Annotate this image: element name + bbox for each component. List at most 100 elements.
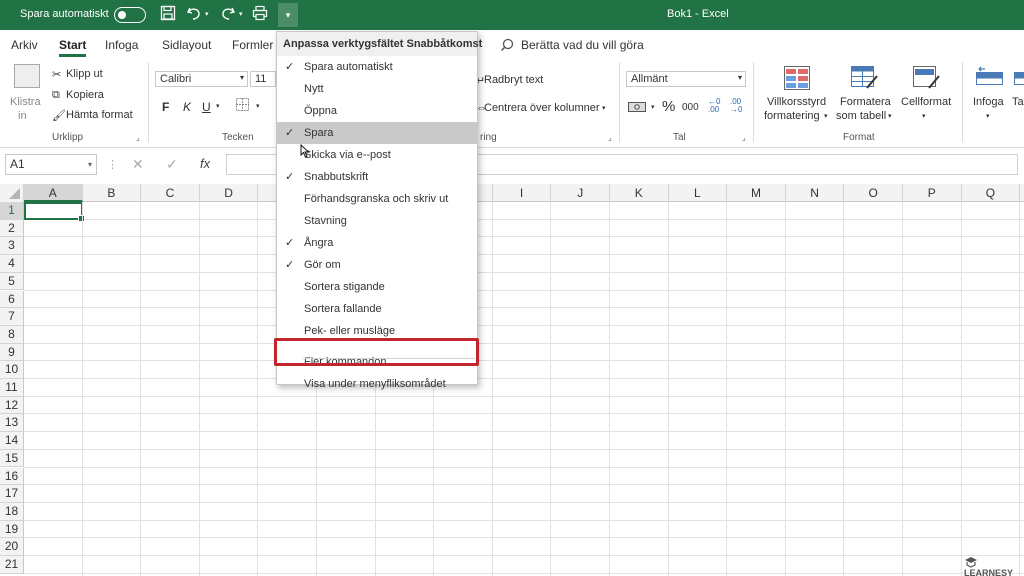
chevron-down-icon[interactable]: ▾ [824,112,828,120]
chevron-down-icon[interactable]: ▾ [216,102,220,110]
column-header-m[interactable]: M [727,184,786,202]
delete-cells-icon[interactable] [1014,66,1024,93]
bold-button[interactable]: F [162,100,169,114]
format-as-table-sub[interactable]: som tabell [836,110,886,122]
column-header-k[interactable]: K [610,184,669,202]
chevron-down-icon[interactable]: ▾ [986,112,990,120]
column-header-o[interactable]: O [844,184,903,202]
column-header-a[interactable]: A [24,184,83,202]
menu-item-stavning[interactable]: Stavning [277,210,477,232]
copy-button[interactable]: Kopiera [66,89,104,101]
dialog-launcher-icon[interactable]: ⌟ [136,133,140,142]
menu-item-gör-om[interactable]: ✓ Gör om [277,254,477,276]
underline-button[interactable]: U [202,100,211,114]
increase-decimal-icon[interactable]: ←0.00 [708,98,720,114]
column-header-i[interactable]: I [493,184,552,202]
borders-icon[interactable] [236,98,249,114]
autosave-toggle[interactable] [114,7,146,23]
active-cell-a1[interactable] [24,202,85,222]
wrap-text-button[interactable]: Radbryt text [484,74,543,86]
menu-item-förhandsgranska-och-skriv-ut[interactable]: Förhandsgranska och skriv ut [277,188,477,210]
insert-cells-label[interactable]: Infoga [973,96,1004,108]
redo-dropdown-icon[interactable]: ▾ [239,10,243,18]
menu-item-sortera-fallande[interactable]: Sortera fallande [277,298,477,320]
row-header-21[interactable]: 21 [0,556,24,574]
italic-button[interactable]: K [183,100,191,114]
worksheet-grid[interactable]: ABCDEFGHIJKLMNOPQ 1234567891011121314151… [0,184,1024,576]
conditional-formatting-icon[interactable] [784,66,810,93]
number-format-box[interactable]: Allmänt ▾ [626,71,746,87]
font-name-box[interactable]: Calibri ▾ [155,71,248,87]
row-header-8[interactable]: 8 [0,325,24,344]
row-header-2[interactable]: 2 [0,219,24,238]
cut-button[interactable]: Klipp ut [66,68,103,80]
row-header-12[interactable]: 12 [0,396,24,415]
menu-item-ångra[interactable]: ✓ Ångra [277,232,477,254]
row-header-16[interactable]: 16 [0,467,24,486]
row-header-9[interactable]: 9 [0,343,24,362]
comma-style-button[interactable]: 000 [682,102,699,113]
cancel-icon[interactable]: ✕ [132,156,144,173]
paste-sub-label[interactable]: in [18,110,27,122]
row-header-17[interactable]: 17 [0,485,24,503]
save-icon[interactable] [160,5,176,26]
format-painter-button[interactable]: Hämta format [66,109,133,121]
row-header-11[interactable]: 11 [0,379,24,397]
row-header-14[interactable]: 14 [0,432,24,450]
column-header-q[interactable]: Q [962,184,1021,202]
format-as-table-icon[interactable] [851,66,879,93]
tab-start[interactable]: Start [59,38,86,52]
column-header-n[interactable]: N [786,184,845,202]
column-header-b[interactable]: B [83,184,142,202]
chevron-down-icon[interactable]: ▾ [256,102,260,110]
undo-dropdown-icon[interactable]: ▾ [205,10,209,18]
chevron-down-icon[interactable]: ▾ [922,112,926,120]
column-header-l[interactable]: L [669,184,728,202]
column-header-d[interactable]: D [200,184,259,202]
cell-styles-label[interactable]: Cellformat [901,96,951,108]
row-header-7[interactable]: 7 [0,308,24,326]
enter-icon[interactable]: ✓ [166,156,178,173]
tab-sidlayout[interactable]: Sidlayout [162,38,211,52]
name-box[interactable]: A1 ▾ [5,154,97,175]
conditional-formatting-label[interactable]: Villkorsstyrd [767,96,826,108]
row-header-1[interactable]: 1 [0,202,24,220]
chevron-down-icon[interactable]: ▾ [602,104,606,112]
menu-item-öppna[interactable]: Öppna [277,100,477,122]
delete-cells-label[interactable]: Ta [1012,96,1024,108]
quick-print-icon[interactable] [252,5,269,26]
menu-item-spara-automatiskt[interactable]: ✓ Spara automatiskt [277,56,477,78]
row-header-15[interactable]: 15 [0,449,24,468]
percent-button[interactable]: % [662,98,675,115]
row-header-20[interactable]: 20 [0,538,24,556]
paste-label[interactable]: Klistra [10,96,41,108]
tab-formler[interactable]: Formler [232,38,273,52]
menu-item-sortera-stigande[interactable]: Sortera stigande [277,276,477,298]
row-header-13[interactable]: 13 [0,414,24,433]
column-header-j[interactable]: J [551,184,610,202]
undo-icon[interactable] [186,5,202,26]
chevron-down-icon[interactable]: ▾ [651,103,655,111]
conditional-formatting-sub[interactable]: formatering [764,110,820,122]
menu-item-visa-under-menyfliksområdet[interactable]: Visa under menyfliksområdet [277,373,477,395]
row-header-6[interactable]: 6 [0,290,24,309]
redo-icon[interactable] [220,5,236,26]
row-header-10[interactable]: 10 [0,361,24,379]
tab-infoga[interactable]: Infoga [105,38,138,52]
row-header-3[interactable]: 3 [0,237,24,256]
dialog-launcher-icon[interactable]: ⌟ [742,133,746,142]
tell-me-box[interactable]: Berätta vad du vill göra [521,38,644,52]
menu-item-snabbutskrift[interactable]: ✓ Snabbutskrift [277,166,477,188]
row-header-5[interactable]: 5 [0,272,24,291]
paste-icon[interactable] [14,64,40,88]
decrease-decimal-icon[interactable]: .00 →0 [730,98,742,114]
customize-qat-button[interactable]: ▾ [278,3,298,27]
select-all-corner[interactable] [0,184,24,202]
format-as-table-label[interactable]: Formatera [840,96,891,108]
menu-item-spara[interactable]: ✓ Spara [277,122,477,144]
dialog-launcher-icon[interactable]: ⌟ [608,133,612,142]
insert-function-button[interactable]: fx [200,156,210,171]
menu-item-nytt[interactable]: Nytt [277,78,477,100]
row-header-18[interactable]: 18 [0,502,24,521]
column-header-c[interactable]: C [141,184,200,202]
